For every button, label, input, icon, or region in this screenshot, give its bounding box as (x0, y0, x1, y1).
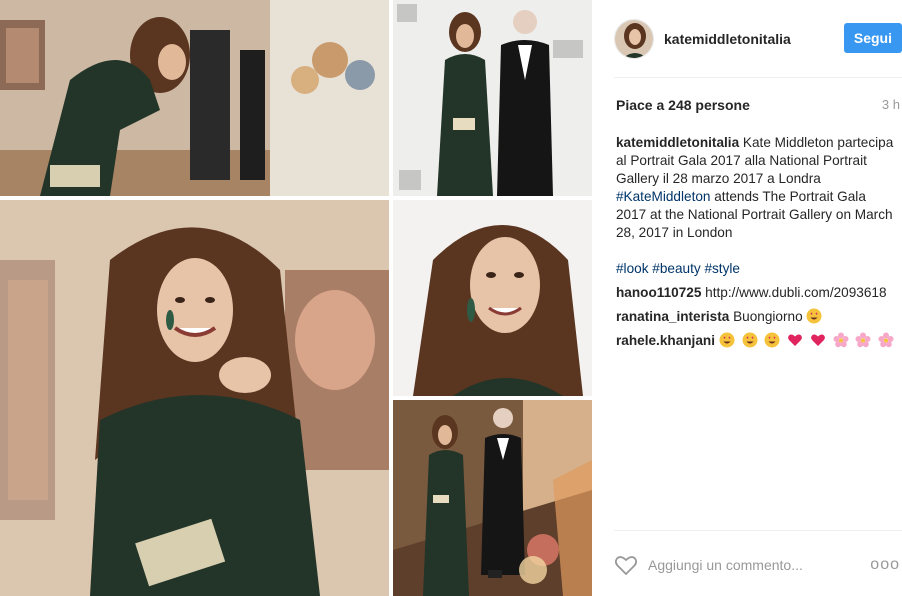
blossom-icon (878, 332, 894, 348)
avatar[interactable] (614, 19, 654, 59)
post-caption: katemiddletonitalia Kate Middleton parte… (616, 134, 898, 242)
follow-button[interactable]: Segui (843, 23, 902, 53)
comment-username[interactable]: ranatina_interista (616, 309, 729, 324)
photo-portrait (393, 200, 592, 396)
heart-eyes-emoji-icon (806, 308, 822, 324)
likes-count[interactable]: Piace a 248 persone (616, 97, 750, 113)
heart-eyes-emoji-icon (764, 332, 780, 348)
comment-text: Buongiorno (733, 309, 803, 324)
post-image-collage[interactable] (0, 0, 594, 596)
post-header: katemiddletonitalia Segui (614, 17, 902, 61)
blossom-icon (855, 332, 871, 348)
more-options-icon[interactable]: ooo (870, 556, 900, 574)
post-username[interactable]: katemiddletonitalia (664, 31, 791, 47)
caption-username[interactable]: katemiddletonitalia (616, 135, 739, 150)
hashtag-link[interactable]: #beauty (652, 261, 700, 276)
hashtag-link[interactable]: #look (616, 261, 649, 276)
header-divider (614, 77, 902, 78)
comment-username[interactable]: rahele.khanjani (616, 333, 715, 348)
footer-divider (614, 530, 902, 531)
heart-icon[interactable] (614, 554, 638, 576)
blossom-icon (833, 332, 849, 348)
photo-smile-closeup (0, 200, 389, 596)
add-comment-input[interactable]: Aggiungi un commento... (648, 557, 870, 573)
caption-hashtag[interactable]: #KateMiddleton (616, 189, 710, 204)
post-footer: Aggiungi un commento... ooo (614, 545, 902, 585)
hashtags-line: #look #beauty #style (616, 260, 898, 278)
comment-emojis (719, 332, 897, 348)
photo-red-carpet (393, 0, 592, 196)
comment-item: rahele.khanjani (616, 332, 898, 350)
comment-text: http://www.dubli.com/2093618 (705, 285, 887, 300)
photo-gallery-lean (0, 0, 389, 196)
comment-username[interactable]: hanoo110725 (616, 285, 701, 300)
likes-row: Piace a 248 persone 3 h (616, 97, 900, 113)
comment-item: hanoo110725 http://www.dubli.com/2093618 (616, 284, 898, 302)
post-timestamp[interactable]: 3 h (882, 97, 900, 113)
heart-eyes-emoji-icon (719, 332, 735, 348)
comment-item: ranatina_interista Buongiorno (616, 308, 898, 326)
hashtag-link[interactable]: #style (704, 261, 740, 276)
heart-eyes-emoji-icon (742, 332, 758, 348)
red-heart-icon (788, 334, 802, 346)
comments-list: katemiddletonitalia Kate Middleton parte… (616, 134, 898, 356)
post-info-panel: katemiddletonitalia Segui Piace a 248 pe… (594, 0, 902, 596)
red-heart-icon (811, 334, 825, 346)
photo-staircase (393, 400, 592, 596)
